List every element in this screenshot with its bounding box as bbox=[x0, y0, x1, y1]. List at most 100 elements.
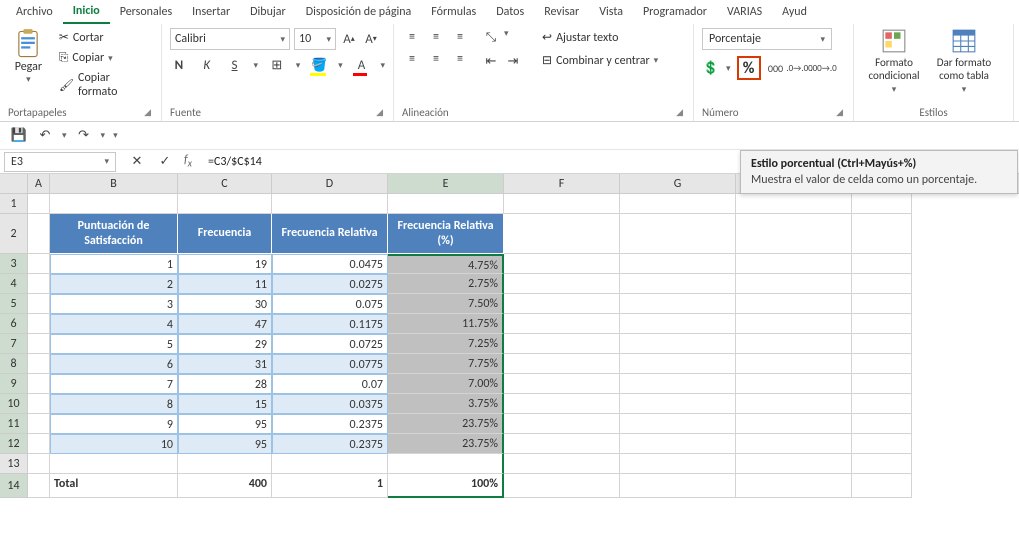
cell-d[interactable]: 0.075 bbox=[272, 294, 388, 314]
cell[interactable] bbox=[504, 294, 620, 314]
cell[interactable] bbox=[504, 314, 620, 334]
cell[interactable] bbox=[28, 314, 50, 334]
cell[interactable] bbox=[736, 474, 852, 498]
cell[interactable] bbox=[28, 194, 50, 214]
cell[interactable] bbox=[504, 274, 620, 294]
dialog-launcher-icon[interactable]: ◢ bbox=[374, 107, 385, 118]
font-name-select[interactable]: Calibri▾ bbox=[170, 28, 290, 50]
cell-e[interactable]: 7.75% bbox=[388, 354, 504, 374]
number-format-select[interactable]: Porcentaje▾ bbox=[702, 28, 832, 50]
col-header-a[interactable]: A bbox=[28, 174, 50, 193]
cell[interactable] bbox=[852, 194, 912, 214]
cell[interactable] bbox=[28, 214, 50, 254]
cell-b[interactable]: 8 bbox=[50, 394, 178, 414]
cell-c[interactable]: 19 bbox=[178, 254, 272, 274]
row-header[interactable]: 11 bbox=[0, 414, 28, 434]
cut-button[interactable]: ✂Cortar bbox=[55, 28, 153, 47]
conditional-format-button[interactable]: Formato condicional▾ bbox=[862, 28, 926, 95]
format-as-table-button[interactable]: Dar formato como tabla▾ bbox=[932, 28, 996, 95]
dialog-launcher-icon[interactable]: ◢ bbox=[674, 107, 685, 118]
tab-insertar[interactable]: Insertar bbox=[182, 1, 240, 23]
cell-e[interactable]: 3.75% bbox=[388, 394, 504, 414]
cell-b[interactable]: 6 bbox=[50, 354, 178, 374]
font-color-button[interactable]: A bbox=[353, 56, 371, 74]
cell-e[interactable]: 23.75% bbox=[388, 414, 504, 434]
tab-varias[interactable]: VARIAS bbox=[717, 1, 772, 23]
cell-e[interactable]: 11.75% bbox=[388, 314, 504, 334]
cell[interactable] bbox=[852, 354, 912, 374]
row-header[interactable]: 14 bbox=[0, 474, 28, 498]
row-header[interactable]: 9 bbox=[0, 374, 28, 394]
redo-button[interactable]: ↷ bbox=[75, 127, 93, 145]
col-header-e[interactable]: E bbox=[388, 174, 504, 193]
cell[interactable] bbox=[28, 394, 50, 414]
cell-c[interactable]: 47 bbox=[178, 314, 272, 334]
cell[interactable] bbox=[620, 274, 736, 294]
paste-button[interactable]: Pegar ▾ bbox=[8, 28, 49, 85]
cell-d[interactable]: 0.0375 bbox=[272, 394, 388, 414]
cell-b[interactable]: 10 bbox=[50, 434, 178, 454]
fx-icon[interactable]: fx bbox=[184, 153, 192, 169]
tab-dibujar[interactable]: Dibujar bbox=[240, 1, 296, 23]
cell[interactable] bbox=[28, 334, 50, 354]
decrease-decimal-button[interactable]: .00→.0 bbox=[815, 59, 833, 77]
cell[interactable] bbox=[28, 454, 50, 474]
cell-b[interactable]: 9 bbox=[50, 414, 178, 434]
cell[interactable] bbox=[272, 454, 388, 474]
cell-e[interactable]: 7.25% bbox=[388, 334, 504, 354]
cell[interactable] bbox=[736, 394, 852, 414]
fill-color-button[interactable]: 🪣 bbox=[310, 56, 328, 74]
row-header[interactable]: 7 bbox=[0, 334, 28, 354]
cell[interactable] bbox=[620, 354, 736, 374]
underline-button[interactable]: S bbox=[226, 56, 244, 74]
cell[interactable] bbox=[620, 474, 736, 498]
cell[interactable] bbox=[504, 254, 620, 274]
cell[interactable] bbox=[620, 314, 736, 334]
copy-button[interactable]: ⎘Copiar▾ bbox=[55, 49, 153, 67]
cell-b[interactable]: 1 bbox=[50, 254, 178, 274]
cell[interactable] bbox=[736, 274, 852, 294]
total-label[interactable]: Total bbox=[50, 474, 178, 498]
cell[interactable] bbox=[28, 354, 50, 374]
cell[interactable] bbox=[178, 454, 272, 474]
cell[interactable] bbox=[852, 454, 912, 474]
cell-b[interactable]: 4 bbox=[50, 314, 178, 334]
tab-inicio[interactable]: Inicio bbox=[63, 0, 110, 24]
align-center-button[interactable]: ≡ bbox=[426, 50, 446, 68]
tab-vista[interactable]: Vista bbox=[589, 1, 633, 23]
cell[interactable] bbox=[852, 434, 912, 454]
cell[interactable] bbox=[736, 254, 852, 274]
cell[interactable] bbox=[620, 394, 736, 414]
dialog-launcher-icon[interactable]: ◢ bbox=[142, 107, 153, 118]
total-c[interactable]: 400 bbox=[178, 474, 272, 498]
row-header[interactable]: 5 bbox=[0, 294, 28, 314]
percent-style-button[interactable]: % bbox=[737, 56, 761, 80]
cell[interactable] bbox=[504, 454, 620, 474]
row-header[interactable]: 4 bbox=[0, 274, 28, 294]
bold-button[interactable]: N bbox=[170, 56, 188, 74]
cell[interactable] bbox=[28, 274, 50, 294]
cell[interactable] bbox=[504, 474, 620, 498]
dialog-launcher-icon[interactable]: ◢ bbox=[834, 107, 845, 118]
cancel-formula-button[interactable]: ✕ bbox=[128, 153, 146, 171]
row-header[interactable]: 2 bbox=[0, 214, 28, 254]
th-d[interactable]: Frecuencia Relativa bbox=[272, 214, 388, 254]
cell[interactable] bbox=[852, 474, 912, 498]
cell[interactable] bbox=[852, 214, 912, 254]
cell-e[interactable]: 23.75% bbox=[388, 434, 504, 454]
cell[interactable] bbox=[504, 194, 620, 214]
cell-d[interactable]: 0.07 bbox=[272, 374, 388, 394]
total-d[interactable]: 1 bbox=[272, 474, 388, 498]
comma-style-button[interactable]: 000 bbox=[767, 59, 785, 77]
cell[interactable] bbox=[620, 254, 736, 274]
name-box[interactable]: E3▾ bbox=[4, 152, 116, 172]
cell-b[interactable]: 7 bbox=[50, 374, 178, 394]
cell[interactable] bbox=[736, 314, 852, 334]
cell[interactable] bbox=[28, 474, 50, 498]
cell-c[interactable]: 29 bbox=[178, 334, 272, 354]
total-e[interactable]: 100% bbox=[388, 474, 504, 498]
customize-qat-icon[interactable]: ▾ bbox=[113, 130, 118, 141]
cell[interactable] bbox=[736, 434, 852, 454]
tab-ayuda[interactable]: Ayud bbox=[772, 1, 817, 23]
cell[interactable] bbox=[620, 334, 736, 354]
